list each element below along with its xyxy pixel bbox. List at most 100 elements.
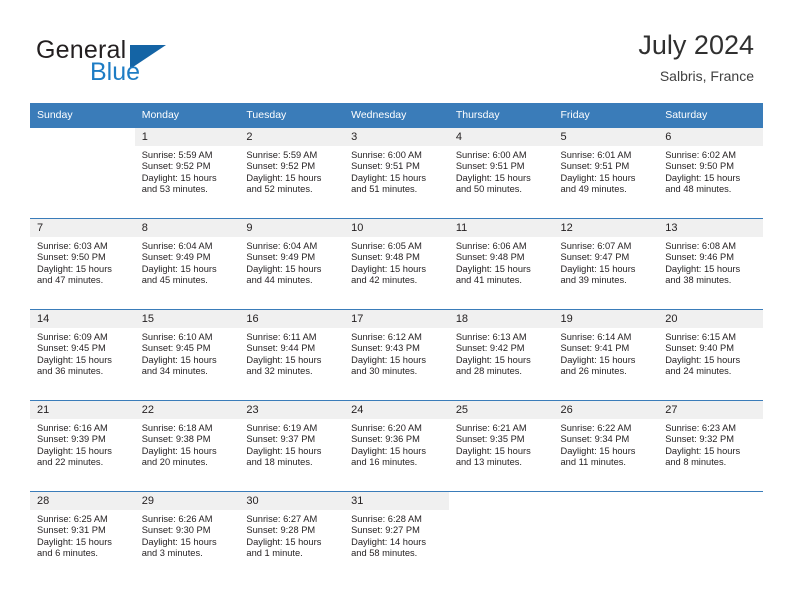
page-header: General Blue July 2024 Salbris, France (0, 0, 792, 100)
day-details: Sunrise: 6:04 AM Sunset: 9:49 PM Daylight:… (239, 237, 344, 287)
day-number: 19 (553, 310, 659, 328)
calendar-page: General Blue July 2024 Salbris, France S… (0, 0, 792, 612)
calendar-day-cell[interactable]: 19 Sunrise: 6:14 AM Sunset: 9:41 PM Dayligh… (553, 309, 659, 401)
calendar-day-cell[interactable]: 31 Sunrise: 6:28 AM Sunset: 9:27 PM Dayligh… (344, 491, 449, 582)
sunrise-text: Sunrise: 6:01 AM (560, 150, 632, 160)
day-number: 29 (134, 492, 240, 510)
daylight-text-line1: Daylight: 15 hours (141, 445, 217, 456)
sunset-text: Sunset: 9:43 PM (351, 343, 420, 354)
calendar-day-cell[interactable]: 15 Sunrise: 6:10 AM Sunset: 9:45 PM Dayligh… (134, 309, 240, 401)
calendar-day-cell[interactable]: 11 Sunrise: 6:06 AM Sunset: 9:48 PM Dayligh… (448, 218, 554, 310)
calendar-empty-cell (658, 491, 763, 582)
calendar-day-cell[interactable]: 18 Sunrise: 6:13 AM Sunset: 9:42 PM Dayligh… (448, 309, 554, 401)
sunrise-text: Sunrise: 6:19 AM (246, 423, 318, 433)
day-number: 24 (344, 401, 449, 419)
calendar-day-cell[interactable]: 2 Sunrise: 5:59 AM Sunset: 9:52 PM Daylight… (239, 127, 345, 219)
calendar-day-cell[interactable]: 28 Sunrise: 6:25 AM Sunset: 9:31 PM Dayligh… (30, 491, 135, 582)
calendar-day-cell[interactable]: 8 Sunrise: 6:04 AM Sunset: 9:49 PM Daylight… (134, 218, 240, 310)
calendar-day-cell[interactable]: 22 Sunrise: 6:18 AM Sunset: 9:38 PM Dayligh… (134, 400, 240, 492)
day-number: 2 (239, 128, 345, 146)
calendar-day-cell[interactable]: 26 Sunrise: 6:22 AM Sunset: 9:34 PM Dayligh… (553, 400, 659, 492)
day-details: Sunrise: 6:19 AM Sunset: 9:37 PM Daylight:… (239, 419, 344, 469)
calendar-day-cell[interactable]: 10 Sunrise: 6:05 AM Sunset: 9:48 PM Dayligh… (344, 218, 449, 310)
sunset-text: Sunset: 9:51 PM (351, 161, 420, 172)
daylight-text-line2: and 28 minutes. (455, 366, 522, 377)
daylight-text-line1: Daylight: 15 hours (141, 172, 217, 183)
calendar-day-cell[interactable]: 16 Sunrise: 6:11 AM Sunset: 9:44 PM Dayligh… (239, 309, 345, 401)
calendar-day-cell[interactable]: 13 Sunrise: 6:08 AM Sunset: 9:46 PM Dayligh… (658, 218, 763, 310)
day-number: 16 (239, 310, 345, 328)
day-number: 6 (658, 128, 763, 146)
calendar-day-cell[interactable]: 27 Sunrise: 6:23 AM Sunset: 9:32 PM Dayligh… (658, 400, 763, 492)
daylight-text-line2: and 39 minutes. (560, 275, 627, 286)
day-details: Sunrise: 6:15 AM Sunset: 9:40 PM Daylight:… (658, 328, 763, 378)
day-details: Sunrise: 6:16 AM Sunset: 9:39 PM Daylight:… (30, 419, 135, 469)
sunrise-text: Sunrise: 5:59 AM (141, 150, 213, 160)
day-number: 21 (30, 401, 135, 419)
daylight-text-line1: Daylight: 15 hours (141, 354, 217, 365)
general-blue-logo: General Blue (36, 36, 226, 92)
page-title: July 2024 (638, 30, 754, 60)
sunset-text: Sunset: 9:47 PM (560, 252, 630, 263)
sunrise-text: Sunrise: 5:59 AM (246, 150, 318, 160)
sunset-text: Sunset: 9:49 PM (246, 252, 316, 263)
calendar-week-row: 1 Sunrise: 5:59 AM Sunset: 9:52 PM Daylight… (30, 127, 763, 219)
calendar-day-cell[interactable]: 6 Sunrise: 6:02 AM Sunset: 9:50 PM Daylight… (658, 127, 763, 219)
calendar-day-cell[interactable]: 12 Sunrise: 6:07 AM Sunset: 9:47 PM Dayligh… (553, 218, 659, 310)
sunrise-text: Sunrise: 6:25 AM (37, 514, 108, 524)
sunrise-text: Sunrise: 6:08 AM (665, 241, 737, 251)
calendar-day-cell[interactable]: 14 Sunrise: 6:09 AM Sunset: 9:45 PM Dayligh… (30, 309, 135, 401)
sunset-text: Sunset: 9:52 PM (246, 161, 316, 172)
calendar-day-cell[interactable]: 20 Sunrise: 6:15 AM Sunset: 9:40 PM Dayligh… (658, 309, 763, 401)
day-number: 25 (448, 401, 554, 419)
calendar-day-cell[interactable]: 29 Sunrise: 6:26 AM Sunset: 9:30 PM Dayligh… (134, 491, 240, 582)
calendar-body: 1 Sunrise: 5:59 AM Sunset: 9:52 PM Daylight… (30, 127, 763, 582)
calendar-day-cell[interactable]: 21 Sunrise: 6:16 AM Sunset: 9:39 PM Dayligh… (30, 400, 135, 492)
page-subtitle: Salbris, France (659, 68, 754, 84)
daylight-text-line1: Daylight: 15 hours (665, 354, 741, 365)
day-number: 18 (448, 310, 554, 328)
daylight-text-line1: Daylight: 15 hours (455, 354, 531, 365)
calendar-day-cell[interactable]: 5 Sunrise: 6:01 AM Sunset: 9:51 PM Daylight… (553, 127, 659, 219)
day-number: 4 (448, 128, 554, 146)
calendar-day-cell[interactable]: 9 Sunrise: 6:04 AM Sunset: 9:49 PM Daylight… (239, 218, 345, 310)
daylight-text-line2: and 51 minutes. (351, 184, 418, 195)
sunset-text: Sunset: 9:45 PM (37, 343, 106, 354)
day-number: 7 (30, 219, 135, 237)
calendar-day-cell[interactable]: 1 Sunrise: 5:59 AM Sunset: 9:52 PM Daylight… (134, 127, 240, 219)
sunrise-text: Sunrise: 6:16 AM (37, 423, 108, 433)
calendar-day-cell[interactable]: 4 Sunrise: 6:00 AM Sunset: 9:51 PM Daylight… (448, 127, 554, 219)
sunrise-text: Sunrise: 6:04 AM (141, 241, 213, 251)
daylight-text-line2: and 52 minutes. (246, 184, 313, 195)
sunset-text: Sunset: 9:51 PM (455, 161, 525, 172)
sunrise-text: Sunrise: 6:02 AM (665, 150, 737, 160)
sunset-text: Sunset: 9:30 PM (141, 525, 211, 536)
weekday-header-thursday: Thursday (448, 103, 554, 128)
daylight-text-line1: Daylight: 15 hours (246, 263, 322, 274)
day-details: Sunrise: 5:59 AM Sunset: 9:52 PM Daylight:… (239, 146, 344, 196)
weekday-header-saturday: Saturday (658, 103, 763, 128)
daylight-text-line2: and 58 minutes. (351, 548, 418, 559)
calendar-day-cell[interactable]: 7 Sunrise: 6:03 AM Sunset: 9:50 PM Daylight… (30, 218, 135, 310)
daylight-text-line2: and 16 minutes. (351, 457, 418, 468)
calendar-day-cell[interactable]: 23 Sunrise: 6:19 AM Sunset: 9:37 PM Dayligh… (239, 400, 345, 492)
daylight-text-line1: Daylight: 15 hours (455, 172, 531, 183)
sunset-text: Sunset: 9:40 PM (665, 343, 734, 354)
calendar-day-cell[interactable]: 25 Sunrise: 6:21 AM Sunset: 9:35 PM Dayligh… (448, 400, 554, 492)
sunset-text: Sunset: 9:34 PM (560, 434, 630, 445)
day-number: 1 (134, 128, 240, 146)
calendar-day-cell[interactable]: 24 Sunrise: 6:20 AM Sunset: 9:36 PM Dayligh… (344, 400, 449, 492)
day-details: Sunrise: 6:07 AM Sunset: 9:47 PM Daylight:… (554, 237, 659, 287)
day-number: 12 (553, 219, 659, 237)
calendar-empty-cell (30, 127, 135, 219)
calendar-day-cell[interactable]: 3 Sunrise: 6:00 AM Sunset: 9:51 PM Daylight… (344, 127, 449, 219)
daylight-text-line1: Daylight: 15 hours (455, 445, 531, 456)
calendar-day-cell[interactable]: 30 Sunrise: 6:27 AM Sunset: 9:28 PM Dayligh… (239, 491, 345, 582)
daylight-text-line2: and 42 minutes. (351, 275, 418, 286)
calendar-day-cell[interactable]: 17 Sunrise: 6:12 AM Sunset: 9:43 PM Dayligh… (344, 309, 449, 401)
sunrise-text: Sunrise: 6:00 AM (351, 150, 422, 160)
daylight-text-line1: Daylight: 15 hours (246, 536, 322, 547)
daylight-text-line2: and 44 minutes. (246, 275, 313, 286)
day-number: 11 (448, 219, 554, 237)
day-number: 17 (344, 310, 449, 328)
